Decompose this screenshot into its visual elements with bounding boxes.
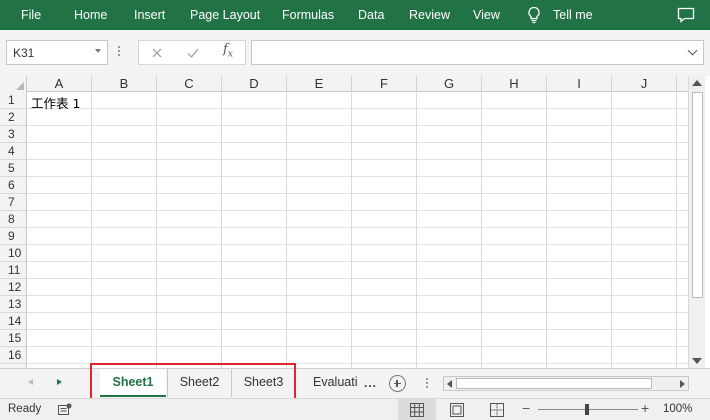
tab-data[interactable]: Data — [358, 0, 384, 30]
sheet-tab-evaluation[interactable]: Evaluati — [305, 369, 359, 397]
tab-page-layout[interactable]: Page Layout — [190, 0, 260, 30]
column-header-f[interactable]: F — [352, 76, 417, 92]
cancel-icon[interactable] — [150, 46, 164, 60]
macro-icon[interactable] — [58, 403, 72, 416]
column-header-h[interactable]: H — [482, 76, 547, 92]
column-header-d[interactable]: D — [222, 76, 287, 92]
scroll-left-icon[interactable] — [447, 380, 452, 388]
row-header-16[interactable]: 16 — [0, 347, 27, 364]
page-layout-view-icon[interactable] — [450, 403, 464, 417]
column-header-j[interactable]: J — [612, 76, 677, 92]
status-text: Ready — [8, 403, 42, 415]
sheet-tab-sheet2[interactable]: Sheet2 — [167, 369, 231, 397]
row-header-10[interactable]: 10 — [0, 245, 27, 262]
page-break-view-icon[interactable] — [490, 403, 504, 417]
row-header-7[interactable]: 7 — [0, 194, 27, 211]
status-bar: Ready − + 100% — [0, 398, 710, 420]
ribbon-tab-bar: File Home Insert Page Layout Formulas Da… — [0, 0, 710, 30]
fx-icon[interactable]: fx — [223, 42, 233, 60]
column-header-a[interactable]: A — [27, 76, 92, 92]
zoom-out-button[interactable]: − — [522, 400, 530, 416]
worksheet-grid: A B C D E F G H I J 工作表 1 1 2 3 4 5 6 7 … — [0, 76, 710, 368]
name-box[interactable]: K31 — [6, 40, 108, 65]
row-header-3[interactable]: 3 — [0, 126, 27, 143]
sheet-tab-sheet1[interactable]: Sheet1 — [100, 369, 166, 397]
tab-formulas[interactable]: Formulas — [282, 0, 334, 30]
formula-buttons: fx — [138, 40, 246, 65]
splitter-handle[interactable] — [118, 46, 121, 60]
tab-splitter-handle[interactable] — [426, 378, 429, 392]
row-header-4[interactable]: 4 — [0, 143, 27, 160]
tab-file[interactable]: File — [21, 0, 41, 30]
chevron-down-icon[interactable] — [95, 49, 101, 53]
scroll-down-icon[interactable] — [692, 358, 702, 364]
row-header-2[interactable]: 2 — [0, 109, 27, 126]
zoom-level[interactable]: 100% — [663, 403, 692, 415]
tab-home[interactable]: Home — [74, 0, 107, 30]
tab-insert[interactable]: Insert — [134, 0, 165, 30]
column-header-c[interactable]: C — [157, 76, 222, 92]
horizontal-scrollbar[interactable] — [443, 376, 689, 391]
zoom-slider-thumb[interactable] — [585, 404, 589, 415]
tab-view[interactable]: View — [473, 0, 500, 30]
column-header-i[interactable]: I — [547, 76, 612, 92]
sheet-tab-bar: Sheet1 Sheet2 Sheet3 Evaluati ... — [0, 363, 710, 401]
scroll-up-icon[interactable] — [692, 80, 702, 86]
formula-bar-area: K31 fx — [0, 30, 710, 76]
enter-icon[interactable] — [186, 46, 200, 60]
expand-formula-bar-icon[interactable] — [687, 45, 698, 56]
row-header-9[interactable]: 9 — [0, 228, 27, 245]
name-box-value: K31 — [13, 46, 35, 60]
scroll-tabs-right-icon[interactable] — [57, 379, 62, 385]
tell-me-search[interactable]: Tell me — [553, 0, 593, 30]
comment-icon[interactable] — [677, 7, 695, 23]
formula-input[interactable] — [251, 40, 704, 65]
cell-area[interactable] — [27, 92, 688, 368]
tab-review[interactable]: Review — [409, 0, 450, 30]
select-all-button[interactable] — [0, 76, 27, 92]
column-headers: A B C D E F G H I J — [0, 76, 688, 92]
vertical-scrollbar[interactable] — [688, 76, 705, 368]
zoom-in-button[interactable]: + — [641, 400, 649, 416]
sheet-tab-sheet3[interactable]: Sheet3 — [231, 369, 295, 397]
row-header-1[interactable]: 1 — [0, 92, 27, 109]
normal-view-icon[interactable] — [398, 399, 436, 420]
row-header-13[interactable]: 13 — [0, 296, 27, 313]
scroll-right-icon[interactable] — [680, 380, 685, 388]
more-tabs-button[interactable]: ... — [364, 376, 377, 390]
cell-a1[interactable]: 工作表 1 — [31, 93, 80, 112]
row-header-6[interactable]: 6 — [0, 177, 27, 194]
row-header-5[interactable]: 5 — [0, 160, 27, 177]
row-header-11[interactable]: 11 — [0, 262, 27, 279]
column-header-b[interactable]: B — [92, 76, 157, 92]
row-header-12[interactable]: 12 — [0, 279, 27, 296]
vertical-scroll-thumb[interactable] — [692, 92, 703, 298]
column-header-g[interactable]: G — [417, 76, 482, 92]
row-header-14[interactable]: 14 — [0, 313, 27, 330]
horizontal-scroll-thumb[interactable] — [456, 378, 652, 389]
row-headers: 1 2 3 4 5 6 7 8 9 10 11 12 13 14 15 16 — [0, 92, 27, 368]
lightbulb-icon[interactable] — [526, 6, 542, 24]
scroll-tabs-left-icon[interactable] — [28, 379, 33, 385]
row-header-15[interactable]: 15 — [0, 330, 27, 347]
row-header-8[interactable]: 8 — [0, 211, 27, 228]
column-header-e[interactable]: E — [287, 76, 352, 92]
add-sheet-icon[interactable] — [389, 375, 406, 392]
